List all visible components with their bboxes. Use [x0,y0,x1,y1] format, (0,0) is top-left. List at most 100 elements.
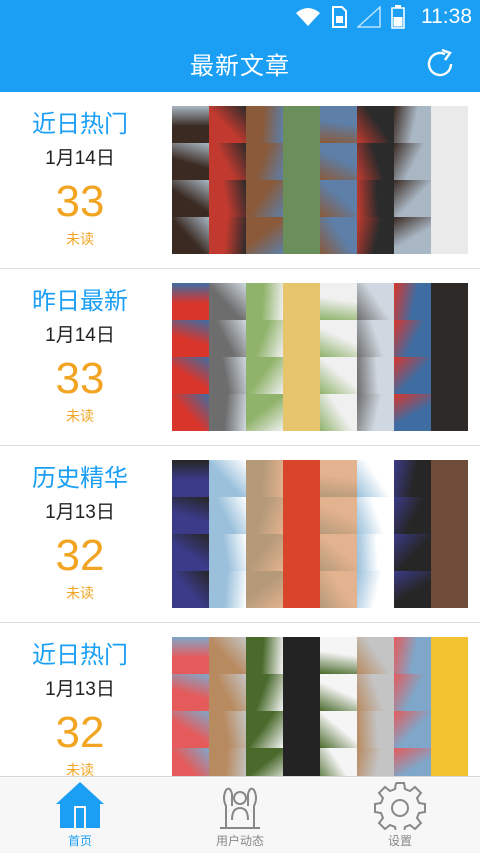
avatar-thumbnail [246,180,283,217]
avatar-thumbnail [431,571,468,608]
avatar-thumbnail [431,217,468,254]
avatar-thumbnail [320,357,357,394]
section-card[interactable]: 近日热门 1月13日 32 未读 [0,623,480,776]
avatar-thumbnail [394,357,431,394]
unread-count: 32 [55,531,105,580]
avatar-thumbnail [320,283,357,320]
avatar-thumbnail [394,534,431,571]
avatar-thumbnail [209,711,246,748]
page-title: 最新文章 [190,51,290,80]
section-date: 1月14日 [45,325,115,346]
section-card[interactable]: 昨日最新 1月14日 33 未读 [0,269,480,446]
avatar-thumbnail [246,674,283,711]
article-list[interactable]: 近日热门 1月14日 33 未读 昨日最新 1月14日 33 未读 历史精华 1… [0,92,480,776]
section-info: 近日热门 1月14日 33 未读 [0,92,160,268]
avatar-thumbnail [357,357,394,394]
avatar-thumbnail [172,748,209,776]
section-info: 近日热门 1月13日 32 未读 [0,623,160,776]
avatar-thumbnail [246,106,283,143]
avatar-thumbnail [394,143,431,180]
section-title: 昨日最新 [32,287,128,315]
avatar-thumbnail [246,143,283,180]
avatar-thumbnail [357,571,394,608]
avatar-thumbnail [246,571,283,608]
avatar-thumbnail [320,217,357,254]
avatar-thumbnail [394,217,431,254]
avatar-mosaic[interactable] [172,106,468,254]
avatar-thumbnail [172,460,209,497]
title-bar: 最新文章 [0,34,480,92]
refresh-button[interactable] [422,46,458,82]
avatar-thumbnail [283,748,320,776]
avatar-thumbnail [172,711,209,748]
unread-label: 未读 [66,586,94,602]
home-icon [56,782,104,828]
avatar-thumbnail [394,497,431,534]
tab-user-activity[interactable]: 用户动态 [160,777,320,853]
avatar-thumbnail [172,106,209,143]
avatar-thumbnail [209,180,246,217]
avatar-thumbnail [172,320,209,357]
section-card[interactable]: 近日热门 1月14日 33 未读 [0,92,480,269]
wifi-icon [295,7,321,27]
avatar-thumbnail [283,460,320,497]
avatar-thumbnail [394,320,431,357]
unread-count: 32 [55,708,105,757]
section-card[interactable]: 历史精华 1月13日 32 未读 [0,446,480,623]
avatar-thumbnail [209,497,246,534]
section-title: 近日热门 [32,110,128,138]
avatar-thumbnail [246,283,283,320]
avatar-mosaic[interactable] [172,283,468,431]
avatar-thumbnail [283,497,320,534]
avatar-thumbnail [394,637,431,674]
avatar-thumbnail [394,748,431,776]
avatar-thumbnail [172,637,209,674]
avatar-thumbnail [431,674,468,711]
avatar-thumbnail [209,460,246,497]
avatar-thumbnail [172,497,209,534]
avatar-thumbnail [394,674,431,711]
avatar-thumbnail [246,394,283,431]
avatar-thumbnail [283,637,320,674]
avatar-thumbnail [283,674,320,711]
section-title: 历史精华 [32,464,128,492]
avatar-thumbnail [209,283,246,320]
avatar-thumbnail [320,320,357,357]
avatar-mosaic[interactable] [172,460,468,608]
avatar-thumbnail [357,534,394,571]
avatar-thumbnail [209,217,246,254]
avatar-thumbnail [246,534,283,571]
status-bar: 11:38 [0,0,480,34]
avatar-thumbnail [394,394,431,431]
avatar-mosaic[interactable] [172,637,468,776]
avatar-thumbnail [431,637,468,674]
avatar-thumbnail [172,143,209,180]
avatar-thumbnail [320,180,357,217]
avatar-thumbnail [320,748,357,776]
avatar-thumbnail [283,217,320,254]
avatar-thumbnail [246,217,283,254]
avatar-thumbnail [394,460,431,497]
avatar-thumbnail [172,217,209,254]
avatar-thumbnail [172,534,209,571]
avatar-thumbnail [172,180,209,217]
avatar-thumbnail [283,711,320,748]
gear-icon [374,782,426,830]
avatar-thumbnail [431,460,468,497]
avatar-thumbnail [320,497,357,534]
tab-home[interactable]: 首页 [0,777,160,853]
bottom-tab-bar: 首页 用户动态 设置 [0,776,480,853]
avatar-thumbnail [431,394,468,431]
avatar-thumbnail [209,143,246,180]
tab-label: 用户动态 [215,834,264,848]
avatar-thumbnail [357,497,394,534]
section-info: 历史精华 1月13日 32 未读 [0,446,160,622]
avatar-thumbnail [320,571,357,608]
signal-icon [357,6,381,28]
avatar-thumbnail [357,748,394,776]
avatar-thumbnail [209,534,246,571]
avatar-thumbnail [394,106,431,143]
refresh-icon [427,48,453,77]
avatar-thumbnail [357,283,394,320]
tab-settings[interactable]: 设置 [320,777,480,853]
